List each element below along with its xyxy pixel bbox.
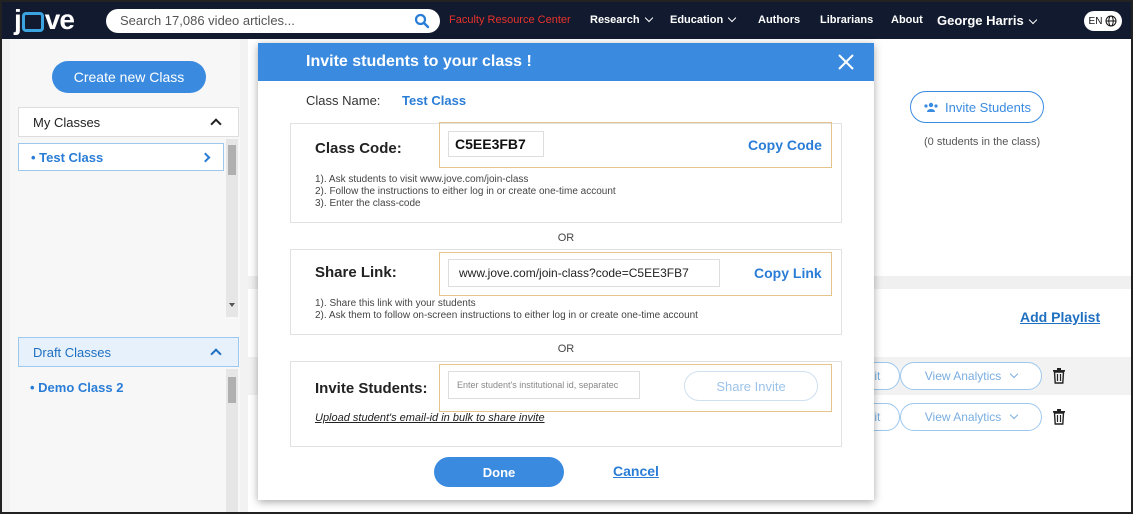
nav-research[interactable]: Research — [590, 13, 653, 26]
class-item-label: • Demo Class 2 — [30, 379, 124, 395]
logo-text-right: ve — [44, 4, 75, 35]
done-button[interactable]: Done — [434, 457, 564, 487]
language-label: EN — [1088, 15, 1103, 27]
class-code-label: Class Code: — [315, 140, 402, 157]
share-link-field[interactable]: www.jove.com/join-class?code=C5EE3FB7 — [448, 259, 720, 287]
view-analytics-button[interactable]: View Analytics — [900, 362, 1042, 390]
view-analytics-label: View Analytics — [924, 369, 1002, 383]
scrollbar-thumb[interactable] — [228, 377, 236, 403]
cancel-button[interactable]: Cancel — [613, 463, 659, 479]
trash-icon[interactable] — [1052, 409, 1066, 425]
chevron-up-icon — [210, 118, 222, 130]
scrollbar-thumb[interactable] — [228, 145, 236, 175]
invite-students-label: Invite Students — [945, 99, 1031, 115]
my-classes-header[interactable]: My Classes — [18, 107, 239, 137]
modal-header: Invite students to your class ! — [258, 43, 874, 81]
class-name: Test Class — [39, 149, 104, 165]
share-link-steps: 1). Share this link with your students 2… — [315, 298, 698, 322]
class-code-steps: 1). Ask students to visit www.jove.com/j… — [315, 174, 616, 210]
nav-authors[interactable]: Authors — [758, 14, 800, 26]
class-name: Demo Class 2 — [38, 379, 124, 395]
class-sidebar: Create new Class My Classes • Test Class… — [10, 39, 240, 512]
search-bar — [106, 9, 440, 33]
invite-students-button[interactable]: Invite Students — [910, 91, 1044, 123]
share-link-box: www.jove.com/join-class?code=C5EE3FB7 Co… — [439, 252, 832, 296]
class-code-section: Class Code: C5EE3FB7 Copy Code 1). Ask s… — [290, 122, 842, 223]
share-link-label: Share Link: — [315, 264, 397, 281]
or-divider: OR — [557, 343, 575, 355]
close-icon[interactable] — [836, 52, 856, 72]
or-divider: OR — [557, 232, 575, 244]
app-frame: jve Faculty Resource Center Research Edu… — [0, 0, 1133, 514]
chevron-down-icon — [644, 13, 653, 23]
copy-code-button[interactable]: Copy Code — [748, 137, 822, 153]
step-line: 2). Ask them to follow on-screen instruc… — [315, 310, 698, 321]
add-playlist-link[interactable]: Add Playlist — [1020, 309, 1100, 325]
view-analytics-label: View Analytics — [924, 410, 1002, 424]
nav-about[interactable]: About — [891, 14, 923, 26]
drafts-scrollbar[interactable] — [226, 369, 238, 512]
faculty-resource-link[interactable]: Faculty Resource Center — [449, 14, 571, 26]
class-code-value: C5EE3FB7 — [448, 131, 544, 157]
users-icon — [924, 102, 938, 112]
step-line: 2). Follow the instructions to either lo… — [315, 186, 616, 197]
modal-title: Invite students to your class ! — [306, 53, 532, 70]
trash-icon[interactable] — [1052, 368, 1066, 384]
nav-education-label: Education — [670, 14, 724, 26]
user-menu[interactable]: George Harris — [937, 13, 1037, 28]
logo-text-left: j — [14, 4, 22, 35]
share-link-section: Share Link: www.jove.com/join-class?code… — [290, 249, 842, 335]
invite-students-label: Invite Students: — [315, 380, 428, 397]
upload-bulk-link[interactable]: Upload student's email-id in bulk to sha… — [315, 412, 545, 424]
class-item-test-class[interactable]: • Test Class — [18, 143, 224, 171]
my-classes-title: My Classes — [33, 114, 101, 130]
my-classes-scrollbar[interactable] — [226, 139, 238, 317]
view-analytics-button[interactable]: View Analytics — [900, 403, 1042, 431]
chevron-down-icon — [1009, 369, 1019, 379]
chevron-up-icon — [210, 348, 222, 360]
chevron-down-icon — [727, 13, 737, 23]
scroll-down-arrow-icon[interactable] — [229, 303, 235, 307]
search-input[interactable] — [120, 13, 400, 28]
student-id-input[interactable] — [448, 371, 640, 399]
draft-item-demo-class-2[interactable]: • Demo Class 2 — [18, 373, 224, 401]
class-name-label: Class Name: — [306, 93, 381, 108]
nav-librarians[interactable]: Librarians — [820, 14, 873, 26]
invite-students-section: Invite Students: Share Invite Upload stu… — [290, 361, 842, 447]
chevron-down-icon — [1009, 410, 1019, 420]
class-code-box: C5EE3FB7 Copy Code — [439, 122, 832, 168]
invite-students-modal: Invite students to your class ! Class Na… — [258, 43, 874, 500]
share-invite-button[interactable]: Share Invite — [684, 371, 818, 401]
user-name: George Harris — [937, 13, 1024, 28]
create-class-button[interactable]: Create new Class — [52, 61, 206, 93]
nav-research-label: Research — [590, 14, 640, 26]
top-navbar: jve Faculty Resource Center Research Edu… — [2, 2, 1131, 39]
step-line: 1). Ask students to visit www.jove.com/j… — [315, 174, 529, 185]
chevron-down-icon — [1028, 15, 1037, 25]
step-line: 3). Enter the class-code — [315, 198, 421, 209]
draft-classes-title: Draft Classes — [33, 344, 112, 360]
students-count: (0 students in the class) — [924, 136, 1041, 148]
class-item-label: • Test Class — [31, 149, 104, 165]
logo-bubble-icon — [21, 12, 44, 32]
search-icon[interactable] — [414, 13, 430, 29]
jove-logo[interactable]: j ve — [14, 4, 75, 36]
chevron-right-icon — [200, 152, 211, 163]
copy-link-button[interactable]: Copy Link — [754, 265, 822, 281]
nav-education[interactable]: Education — [670, 13, 737, 26]
step-line: 1). Share this link with your students — [315, 298, 476, 309]
draft-classes-header[interactable]: Draft Classes — [18, 337, 239, 367]
class-name-value: Test Class — [402, 93, 467, 108]
language-selector[interactable]: EN — [1084, 11, 1122, 31]
globe-icon — [1105, 15, 1117, 27]
invite-input-box: Share Invite — [439, 364, 832, 412]
